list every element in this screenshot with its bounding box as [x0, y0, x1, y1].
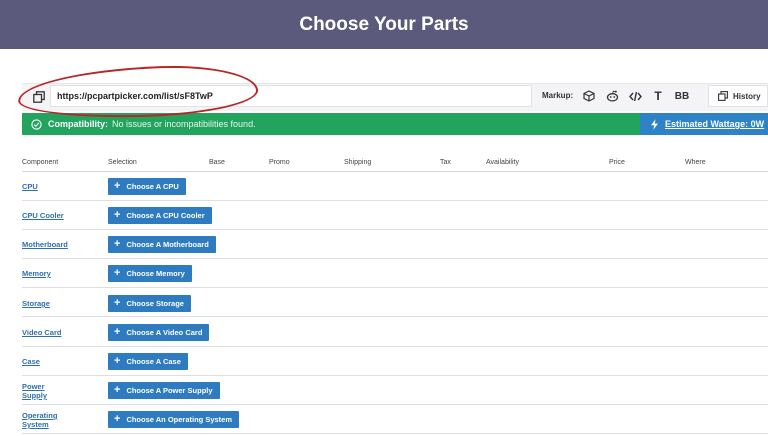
plus-icon: +	[114, 209, 121, 221]
choose-button-label: Choose A CPU	[126, 182, 179, 191]
column-header-selection: Selection	[108, 159, 137, 166]
choose-storage-button[interactable]: + Choose Storage	[108, 295, 191, 312]
estimated-wattage-text: Estimated Wattage: 0W	[665, 119, 765, 129]
plus-icon: +	[114, 326, 121, 338]
history-button[interactable]: History	[708, 85, 768, 107]
row-divider	[22, 375, 768, 376]
markup-html-button[interactable]	[627, 88, 643, 104]
plus-icon: +	[114, 413, 121, 425]
column-header-price: Price	[609, 159, 625, 166]
choose-operating-system-button[interactable]: + Choose An Operating System	[108, 411, 240, 428]
markup-box-button[interactable]	[581, 88, 597, 104]
choose-button-label: Choose An Operating System	[126, 415, 233, 424]
plus-icon: +	[114, 267, 121, 279]
choose-button-label: Choose A Case	[126, 357, 181, 366]
column-header-tax: Tax	[440, 159, 451, 166]
column-header-availability: Availability	[486, 159, 519, 166]
check-circle-icon	[31, 118, 42, 130]
page-title: Choose Your Parts	[299, 13, 469, 35]
column-header-shipping: Shipping	[344, 159, 372, 166]
component-link-storage[interactable]: Storage	[22, 299, 72, 308]
row-divider	[22, 287, 768, 288]
row-divider	[22, 404, 768, 405]
choose-button-label: Choose Memory	[126, 269, 185, 278]
plus-icon: +	[114, 384, 121, 396]
choose-button-label: Choose A Power Supply	[126, 386, 213, 395]
choose-button-label: Choose A CPU Cooler	[126, 211, 205, 220]
column-header-base: Base	[209, 159, 225, 166]
choose-motherboard-button[interactable]: + Choose A Motherboard	[108, 236, 216, 253]
plus-icon: +	[114, 297, 121, 309]
header-divider	[22, 171, 768, 172]
markup-bbcode-button[interactable]: BB	[673, 88, 691, 104]
plus-icon: +	[114, 180, 121, 192]
choose-button-label: Choose A Video Card	[126, 328, 203, 337]
code-icon	[628, 91, 642, 101]
reddit-icon	[606, 90, 618, 102]
component-link-video-card[interactable]: Video Card	[22, 328, 102, 337]
column-header-promo: Promo	[269, 159, 290, 166]
estimated-wattage-link[interactable]: Estimated Wattage: 0W	[640, 113, 768, 135]
component-link-power-supply[interactable]: Power Supply	[22, 382, 56, 400]
choose-button-label: Choose Storage	[126, 299, 184, 308]
bolt-icon	[651, 118, 658, 130]
page-header: Choose Your Parts	[0, 0, 768, 49]
choose-memory-button[interactable]: + Choose Memory	[108, 265, 192, 282]
bb-icon: BB	[674, 90, 690, 102]
history-icon	[718, 91, 728, 101]
row-divider	[22, 200, 768, 201]
choose-button-label: Choose A Motherboard	[126, 240, 209, 249]
text-icon: T	[654, 89, 662, 103]
choose-cpu-button[interactable]: + Choose A CPU	[108, 178, 186, 195]
row-divider	[22, 229, 768, 230]
component-link-motherboard[interactable]: Motherboard	[22, 240, 102, 249]
compatibility-label: Compatibility:	[48, 119, 108, 129]
choose-power-supply-button[interactable]: + Choose A Power Supply	[108, 382, 220, 399]
history-label: History	[733, 91, 761, 101]
row-divider	[22, 433, 768, 434]
column-header-component: Component	[22, 159, 59, 166]
component-link-cpu-cooler[interactable]: CPU Cooler	[22, 211, 102, 220]
row-divider	[22, 258, 768, 259]
row-divider	[22, 316, 768, 317]
markup-label: Markup:	[542, 91, 574, 100]
compatibility-message: No issues or incompatibilities found.	[112, 119, 256, 129]
choose-cpu-cooler-button[interactable]: + Choose A CPU Cooler	[108, 207, 212, 224]
component-link-cpu[interactable]: CPU	[22, 182, 72, 191]
plus-icon: +	[114, 355, 121, 367]
box-icon	[583, 90, 595, 102]
row-divider	[22, 346, 768, 347]
component-link-operating-system[interactable]: Operating System	[22, 411, 64, 429]
column-header-where: Where	[685, 159, 706, 166]
component-link-case[interactable]: Case	[22, 357, 72, 366]
choose-case-button[interactable]: + Choose A Case	[108, 353, 188, 370]
markup-reddit-button[interactable]	[604, 88, 620, 104]
plus-icon: +	[114, 238, 121, 250]
markup-text-button[interactable]: T	[650, 88, 666, 104]
choose-video-card-button[interactable]: + Choose A Video Card	[108, 324, 210, 341]
component-link-memory[interactable]: Memory	[22, 269, 72, 278]
